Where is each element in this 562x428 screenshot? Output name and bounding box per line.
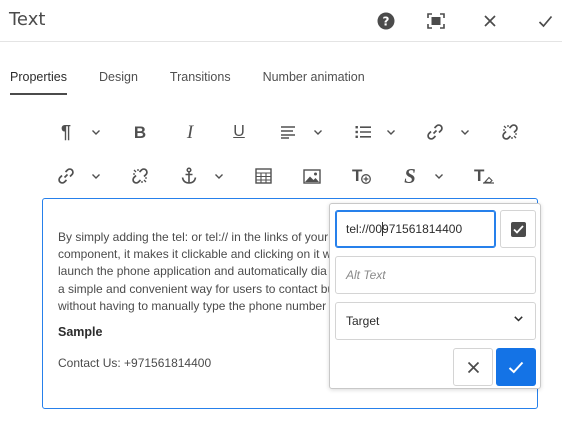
link-icon xyxy=(58,168,74,184)
unlink-button[interactable] xyxy=(127,163,153,189)
contact-line: Contact Us: +971561814400 xyxy=(58,356,212,370)
bold-button[interactable]: B xyxy=(127,119,153,145)
help-circle-icon: ? xyxy=(377,12,395,30)
tab-transitions[interactable]: Transitions xyxy=(170,68,231,95)
link-dropdown-button[interactable] xyxy=(459,119,471,145)
rte-toolbar-row-2: T S T xyxy=(0,162,562,190)
bold-icon: B xyxy=(133,122,147,142)
special-characters-dropdown-button[interactable] xyxy=(433,163,445,189)
link-cancel-button[interactable] xyxy=(453,348,493,386)
url-text-before-caret: tel://00 xyxy=(346,222,383,236)
insert-text-button[interactable]: T xyxy=(348,163,374,189)
justify-icon xyxy=(281,126,295,139)
open-in-new-window-checkbox[interactable] xyxy=(500,210,536,248)
alt-text-input[interactable]: Alt Text xyxy=(335,256,536,294)
close-button[interactable] xyxy=(479,10,501,32)
paragraph-icon: ¶ xyxy=(60,122,71,142)
help-button[interactable]: ? xyxy=(375,10,397,32)
image-icon xyxy=(303,168,321,184)
chevron-down-icon xyxy=(461,129,469,135)
underline-button[interactable]: U xyxy=(226,119,252,145)
italic-icon: I xyxy=(186,121,194,143)
table-icon xyxy=(254,168,272,184)
paragraph-dropdown-button[interactable] xyxy=(90,119,102,145)
text-clear-icon: T xyxy=(473,167,495,185)
chevron-down-icon xyxy=(387,129,395,135)
justify-button[interactable] xyxy=(275,119,301,145)
checkmark-icon xyxy=(508,361,524,373)
image-button[interactable] xyxy=(299,163,325,189)
link-button[interactable] xyxy=(422,119,448,145)
fullscreen-icon xyxy=(427,13,445,29)
chevron-down-icon xyxy=(514,316,523,322)
link-url-input[interactable]: tel://00 971561814400 xyxy=(335,210,496,248)
anchor-button[interactable] xyxy=(176,163,202,189)
unlink-button[interactable] xyxy=(497,119,523,145)
dialog-header: Text ? xyxy=(0,0,562,42)
link-icon xyxy=(427,124,443,140)
svg-text:?: ? xyxy=(383,14,390,28)
anchor-icon xyxy=(181,167,197,184)
fullscreen-button[interactable] xyxy=(425,10,447,32)
close-icon xyxy=(467,361,479,373)
sample-heading: Sample xyxy=(58,325,103,339)
checkmark-icon xyxy=(538,15,552,27)
chevron-down-icon xyxy=(92,173,100,179)
text-add-icon: T xyxy=(351,167,371,185)
clear-formatting-button[interactable]: T xyxy=(471,163,497,189)
link-dialog: tel://00 971561814400 Alt Text Target xyxy=(329,203,541,389)
target-select[interactable]: Target xyxy=(335,302,536,340)
chevron-down-icon xyxy=(215,173,223,179)
chevron-down-icon xyxy=(92,129,100,135)
table-button[interactable] xyxy=(250,163,276,189)
tab-properties[interactable]: Properties xyxy=(10,68,67,95)
paragraph-format-button[interactable]: ¶ xyxy=(53,119,79,145)
close-icon xyxy=(484,15,496,27)
justify-dropdown-button[interactable] xyxy=(312,119,324,145)
rte-toolbar-row-1: ¶ B I U xyxy=(0,118,562,146)
special-characters-button[interactable]: S xyxy=(397,163,423,189)
link-confirm-button[interactable] xyxy=(496,348,536,386)
italic-button[interactable]: I xyxy=(177,119,203,145)
target-select-label: Target xyxy=(346,314,380,328)
checkbox-checked-icon xyxy=(510,221,526,237)
url-text-after-caret: 971561814400 xyxy=(382,222,463,236)
tab-design[interactable]: Design xyxy=(99,68,138,95)
list-dropdown-button[interactable] xyxy=(385,119,397,145)
list-button[interactable] xyxy=(350,119,376,145)
special-char-icon: S xyxy=(404,163,416,188)
tab-list: Properties Design Transitions Number ani… xyxy=(10,68,397,96)
chevron-down-icon xyxy=(435,173,443,179)
tab-number-animation[interactable]: Number animation xyxy=(263,68,365,95)
unlink-icon xyxy=(132,168,148,184)
link-dropdown-button[interactable] xyxy=(90,163,102,189)
list-icon xyxy=(355,126,371,138)
link-button[interactable] xyxy=(53,163,79,189)
underline-icon: U xyxy=(233,123,245,140)
dialog-title: Text xyxy=(9,9,46,30)
chevron-down-icon xyxy=(314,129,322,135)
done-button[interactable] xyxy=(534,10,556,32)
unlink-icon xyxy=(502,124,518,140)
anchor-dropdown-button[interactable] xyxy=(213,163,225,189)
